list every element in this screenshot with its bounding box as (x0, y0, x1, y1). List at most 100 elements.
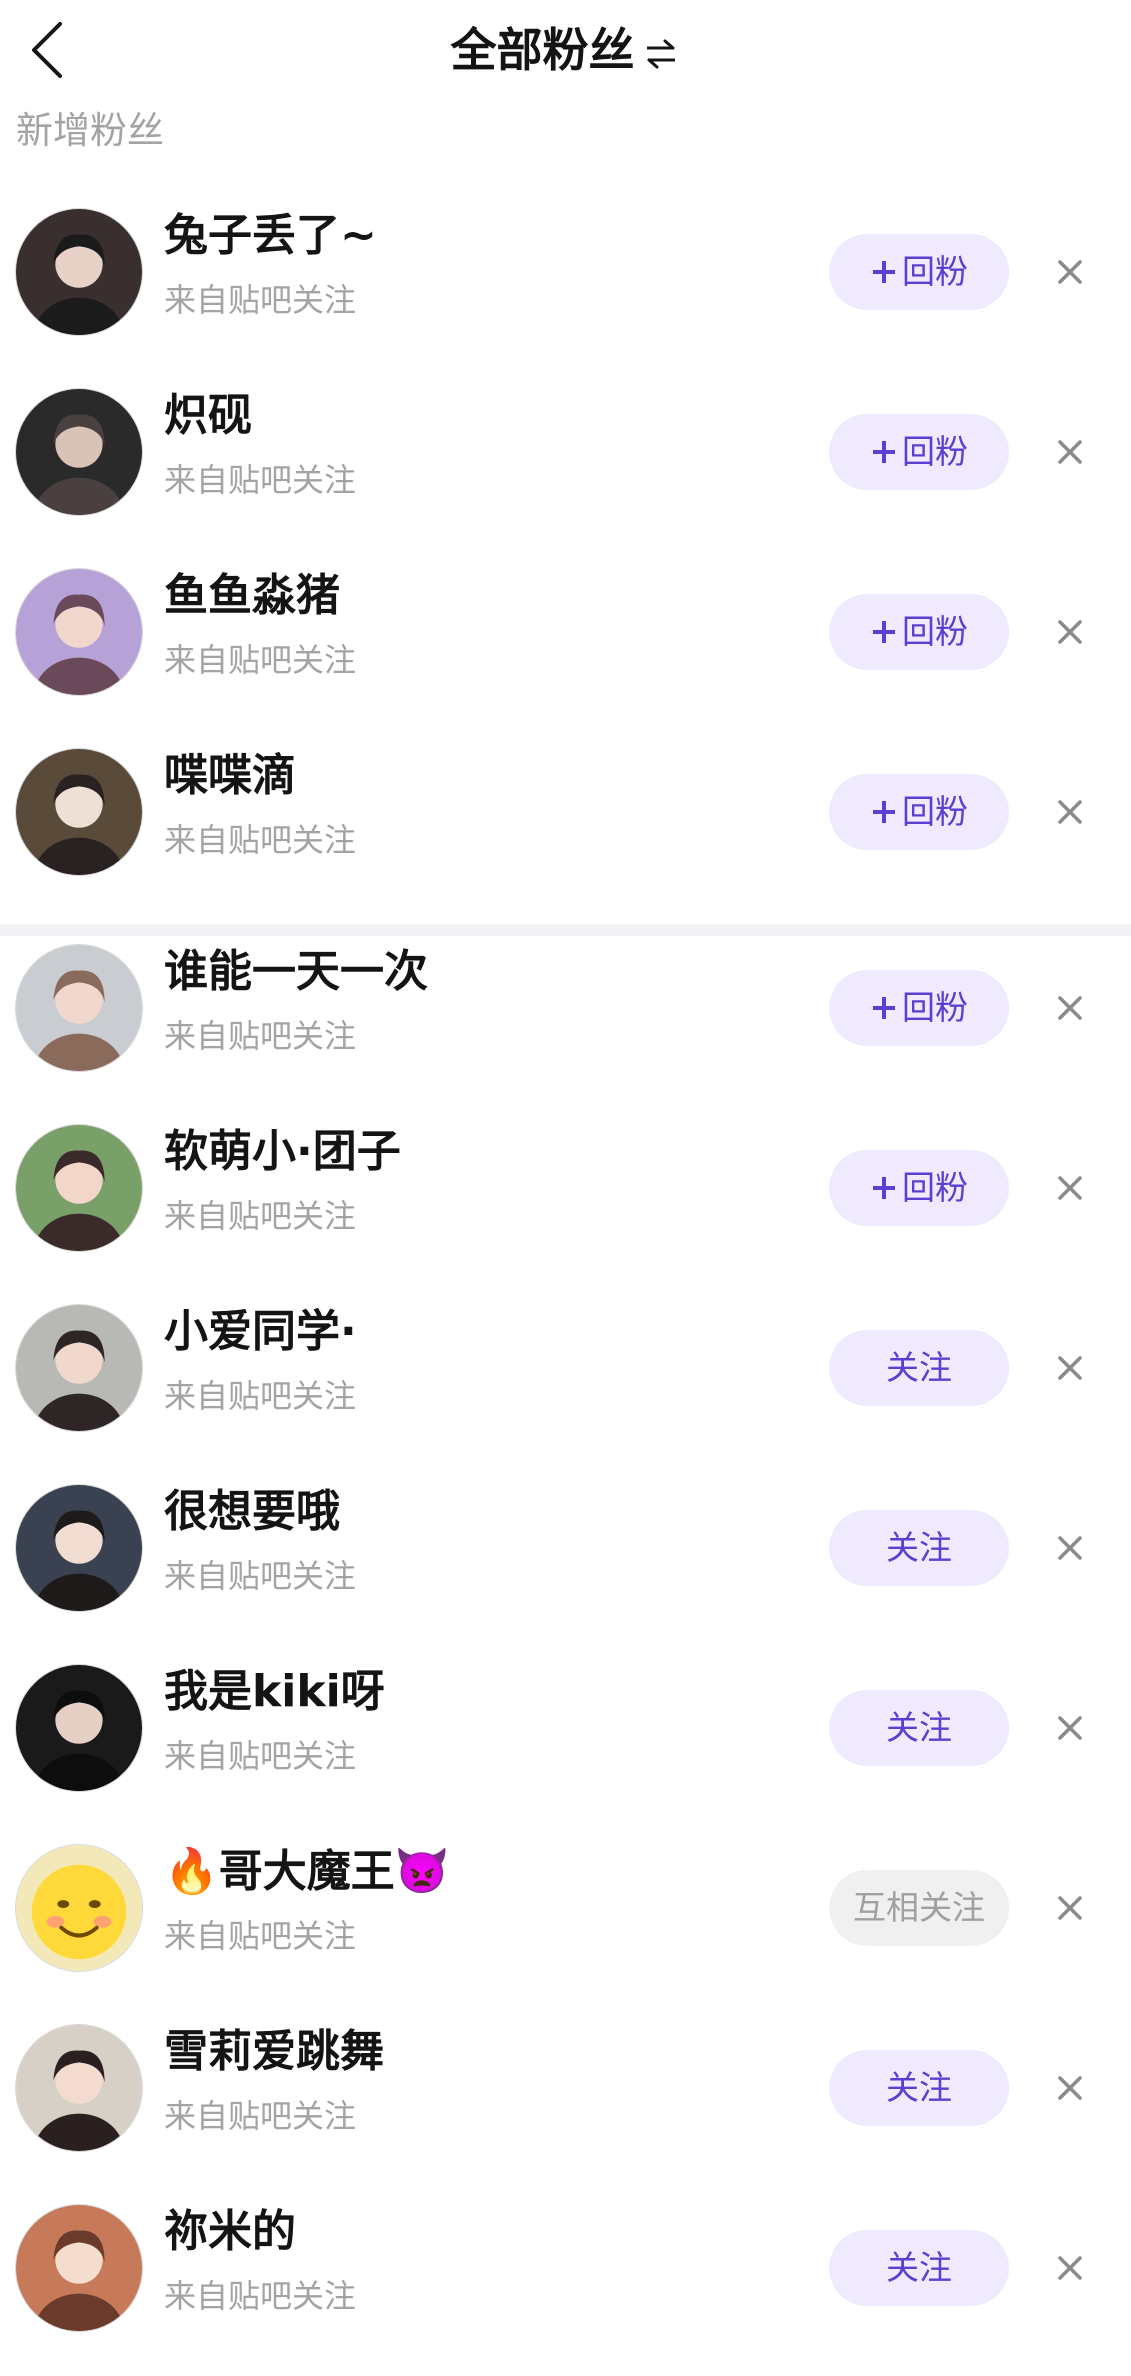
page-title: 全部粉丝 (450, 23, 635, 77)
close-icon (1058, 620, 1082, 644)
remove-fan-button[interactable] (1048, 986, 1092, 1030)
fan-source: 来自贴吧关注 (164, 821, 357, 859)
remove-fan-button[interactable] (1048, 1346, 1092, 1390)
action-label: 回粉 (902, 612, 968, 651)
action-label: 回粉 (902, 988, 968, 1027)
fan-row[interactable]: 兔子丢了~ 来自贴吧关注 回粉 (0, 200, 1131, 380)
fan-name[interactable]: 软萌小·团子 (164, 1122, 401, 1182)
mutual-follow-button[interactable]: 互相关注 (829, 1870, 1009, 1946)
fan-name[interactable]: 我是kiki呀 (164, 1662, 385, 1722)
action-label: 回粉 (902, 1168, 968, 1207)
header-bar: 全部粉丝 (0, 0, 1131, 100)
remove-fan-button[interactable] (1048, 1706, 1092, 1750)
remove-fan-button[interactable] (1048, 2246, 1092, 2290)
action-label: 回粉 (902, 792, 968, 831)
remove-fan-button[interactable] (1048, 250, 1092, 294)
fan-row[interactable]: 谁能一天一次 来自贴吧关注 回粉 (0, 936, 1131, 1116)
avatar[interactable] (15, 2024, 143, 2152)
remove-fan-button[interactable] (1048, 610, 1092, 654)
remove-fan-button[interactable] (1048, 1526, 1092, 1570)
fan-source: 来自贴吧关注 (164, 461, 357, 499)
follow-back-button[interactable]: 回粉 (829, 594, 1009, 670)
fan-name[interactable]: 很想要哦 (164, 1482, 340, 1542)
fan-row[interactable]: 炽砚 来自贴吧关注 回粉 (0, 380, 1131, 560)
close-icon (1058, 1896, 1082, 1920)
plus-icon (873, 621, 895, 643)
fan-list: 兔子丢了~ 来自贴吧关注 回粉 炽砚 来自贴吧关注 回粉 鱼鱼淼猪 来自贴吧关注… (0, 200, 1131, 2376)
action-label: 互相关注 (853, 1888, 985, 1927)
avatar[interactable] (15, 1484, 143, 1612)
remove-fan-button[interactable] (1048, 1886, 1092, 1930)
fan-row[interactable]: 小爱同学· 来自贴吧关注 关注 (0, 1296, 1131, 1476)
action-label: 关注 (886, 1528, 952, 1567)
follow-back-button[interactable]: 回粉 (829, 234, 1009, 310)
fan-name[interactable]: 🔥哥大魔王👿 (164, 1842, 450, 1902)
follow-back-button[interactable]: 回粉 (829, 774, 1009, 850)
avatar[interactable] (15, 944, 143, 1072)
avatar[interactable] (15, 2204, 143, 2332)
fan-row[interactable]: 喋喋滴 来自贴吧关注 回粉 (0, 740, 1131, 936)
fan-source: 来自贴吧关注 (164, 1737, 357, 1775)
fan-row[interactable]: 鱼鱼淼猪 来自贴吧关注 回粉 (0, 560, 1131, 740)
close-icon (1058, 1716, 1082, 1740)
fan-row[interactable]: 很想要哦 来自贴吧关注 关注 (0, 1476, 1131, 1656)
avatar[interactable] (15, 1664, 143, 1792)
avatar[interactable] (15, 568, 143, 696)
close-icon (1058, 1356, 1082, 1380)
close-icon (1058, 260, 1082, 284)
fan-source: 来自贴吧关注 (164, 1917, 357, 1955)
fan-source: 来自贴吧关注 (164, 1017, 357, 1055)
follow-button[interactable]: 关注 (829, 1330, 1009, 1406)
remove-fan-button[interactable] (1048, 790, 1092, 834)
fan-name[interactable]: 鱼鱼淼猪 (164, 566, 340, 626)
follow-button[interactable]: 关注 (829, 2050, 1009, 2126)
plus-icon (873, 801, 895, 823)
fan-name[interactable]: 炽砚 (164, 386, 252, 446)
avatar[interactable] (15, 1844, 143, 1972)
fan-name[interactable]: 兔子丢了~ (164, 206, 377, 266)
fan-row[interactable]: 雪莉爱跳舞 来自贴吧关注 关注 (0, 2016, 1131, 2196)
remove-fan-button[interactable] (1048, 1166, 1092, 1210)
close-icon (1058, 996, 1082, 1020)
avatar[interactable] (15, 748, 143, 876)
fan-name[interactable]: 喋喋滴 (164, 746, 296, 806)
fan-row[interactable]: 我是kiki呀 来自贴吧关注 关注 (0, 1656, 1131, 1836)
follow-back-button[interactable]: 回粉 (829, 1150, 1009, 1226)
avatar[interactable] (15, 1124, 143, 1252)
avatar[interactable] (15, 388, 143, 516)
fan-source: 来自贴吧关注 (164, 641, 357, 679)
fan-row[interactable]: 🔥哥大魔王👿 来自贴吧关注 互相关注 (0, 1836, 1131, 2016)
follow-button[interactable]: 关注 (829, 1510, 1009, 1586)
fan-row[interactable]: 祢米的 来自贴吧关注 关注 (0, 2196, 1131, 2376)
follow-button[interactable]: 关注 (829, 2230, 1009, 2306)
avatar[interactable] (15, 208, 143, 336)
action-label: 关注 (886, 2248, 952, 2287)
follow-back-button[interactable]: 回粉 (829, 414, 1009, 490)
remove-fan-button[interactable] (1048, 430, 1092, 474)
close-icon (1058, 1536, 1082, 1560)
action-label: 关注 (886, 1348, 952, 1387)
fan-name[interactable]: 小爱同学· (164, 1302, 357, 1362)
swap-arrows-icon[interactable] (641, 37, 681, 71)
fan-source: 来自贴吧关注 (164, 2097, 357, 2135)
fan-source: 来自贴吧关注 (164, 1557, 357, 1595)
fan-name[interactable]: 雪莉爱跳舞 (164, 2022, 384, 2082)
fan-name[interactable]: 祢米的 (164, 2202, 296, 2262)
avatar[interactable] (15, 1304, 143, 1432)
close-icon (1058, 1176, 1082, 1200)
fan-name[interactable]: 谁能一天一次 (164, 942, 428, 1002)
plus-icon (873, 997, 895, 1019)
follow-back-button[interactable]: 回粉 (829, 970, 1009, 1046)
title-group[interactable]: 全部粉丝 (0, 18, 1131, 82)
close-icon (1058, 800, 1082, 824)
fan-source: 来自贴吧关注 (164, 2277, 357, 2315)
close-icon (1058, 440, 1082, 464)
close-icon (1058, 2256, 1082, 2280)
follow-button[interactable]: 关注 (829, 1690, 1009, 1766)
action-label: 关注 (886, 1708, 952, 1747)
fan-source: 来自贴吧关注 (164, 281, 357, 319)
fan-row[interactable]: 软萌小·团子 来自贴吧关注 回粉 (0, 1116, 1131, 1296)
plus-icon (873, 441, 895, 463)
plus-icon (873, 261, 895, 283)
remove-fan-button[interactable] (1048, 2066, 1092, 2110)
